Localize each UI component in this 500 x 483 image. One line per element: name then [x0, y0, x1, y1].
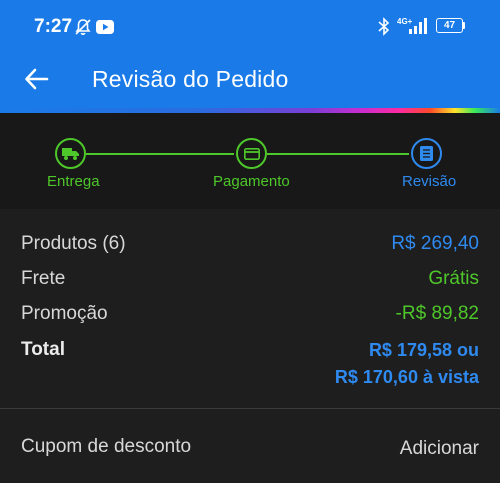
youtube-icon: [96, 20, 114, 34]
coupon-row[interactable]: Cupom de desconto Adicionar: [0, 409, 500, 483]
products-value: R$ 269,40: [391, 233, 479, 254]
total-value-installments: R$ 179,58 ou: [368, 340, 479, 360]
step-revisao[interactable]: [411, 138, 442, 169]
credit-card-icon: [243, 147, 260, 160]
bluetooth-icon: [378, 17, 390, 36]
total-value-cash: R$ 170,60 à vista: [334, 367, 479, 387]
battery-icon: 47: [436, 18, 463, 33]
step-connector-2: [267, 153, 409, 155]
step-entrega[interactable]: [55, 138, 86, 169]
step-label-entrega: Entrega: [47, 173, 100, 190]
signal-icon: [409, 18, 427, 34]
step-connector-1: [86, 153, 234, 155]
app-bar: Revisão do Pedido: [0, 50, 500, 108]
shipping-value: Grátis: [428, 268, 479, 289]
products-label: Produtos (6): [21, 233, 126, 254]
status-time: 7:27: [34, 16, 73, 37]
promotion-label: Promoção: [21, 303, 108, 324]
status-bar: 7:27 4G+ 47: [0, 0, 500, 50]
add-coupon-button[interactable]: Adicionar: [400, 438, 479, 460]
checkout-stepper: Entrega Pagamento Revisão: [0, 113, 500, 209]
battery-level: 47: [443, 19, 456, 31]
battery-tip: [463, 22, 465, 29]
back-arrow-icon[interactable]: [22, 64, 52, 94]
step-pagamento[interactable]: [236, 138, 267, 169]
total-label: Total: [21, 339, 65, 360]
shipping-label: Frete: [21, 268, 66, 289]
receipt-icon: [420, 146, 433, 161]
step-label-revisao: Revisão: [402, 173, 457, 190]
coupon-label: Cupom de desconto: [21, 436, 192, 457]
truck-icon: [61, 147, 79, 160]
bell-off-icon: [75, 19, 91, 35]
step-label-pagamento: Pagamento: [213, 173, 290, 190]
promotion-value: -R$ 89,82: [395, 303, 479, 324]
page-title: Revisão do Pedido: [92, 66, 289, 92]
